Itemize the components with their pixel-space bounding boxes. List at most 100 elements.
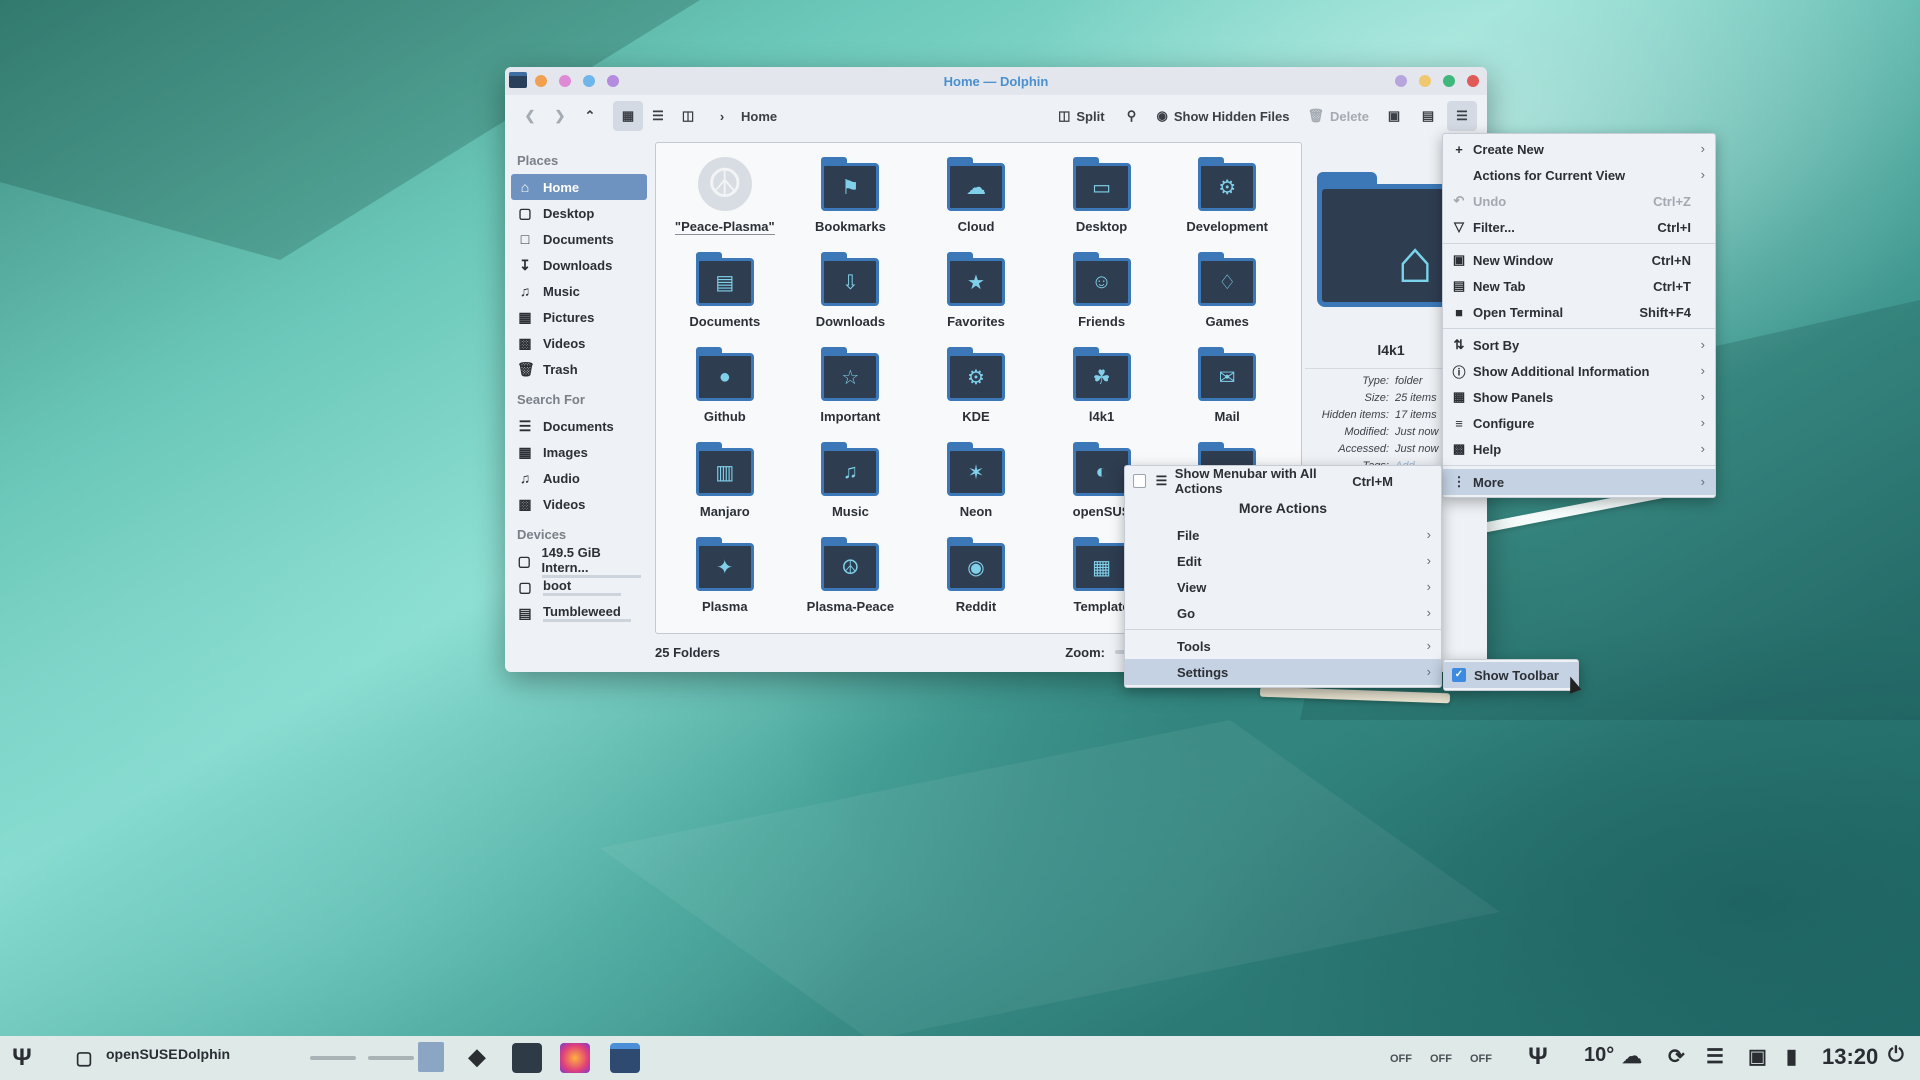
sidebar-item-search-images[interactable]: ▦ Images	[511, 439, 647, 465]
keep-above-button[interactable]	[535, 75, 547, 87]
sidebar-item-desktop[interactable]: ▢ Desktop	[511, 200, 647, 226]
breadcrumb-home[interactable]: Home	[741, 101, 777, 131]
delete-button[interactable]: 🗑 Delete	[1307, 101, 1369, 131]
menu-item-help[interactable]: ▩ Help ›	[1443, 436, 1715, 462]
file-item[interactable]: ▭ Desktop	[1039, 153, 1165, 248]
file-item[interactable]: ⚙ KDE	[913, 343, 1039, 438]
help-button[interactable]	[1395, 75, 1407, 87]
battery-icon[interactable]: ▮	[1786, 1044, 1797, 1069]
desktop-pager-1[interactable]	[310, 1056, 356, 1060]
back-icon[interactable]: ❮	[515, 101, 545, 131]
sidebar-item-device-tumbleweed[interactable]: ▤ Tumbleweed	[511, 600, 647, 626]
sidebar-item-documents[interactable]: □ Documents	[511, 226, 647, 252]
file-item[interactable]: ☮ Plasma-Peace	[788, 533, 914, 628]
off-indicator-2[interactable]: OFF	[1430, 1053, 1452, 1065]
titlebar[interactable]: Home — Dolphin	[505, 67, 1487, 95]
menu-item-new-tab[interactable]: ▤ New Tab Ctrl+T	[1443, 273, 1715, 299]
sidebar-item-device-boot[interactable]: ▢ boot	[511, 574, 647, 600]
sidebar-item-search-documents[interactable]: ☰ Documents	[511, 413, 647, 439]
file-item[interactable]: ☆ Important	[788, 343, 914, 438]
menu-item-show-panels[interactable]: ▦ Show Panels ›	[1443, 384, 1715, 410]
firefox-icon[interactable]	[560, 1043, 590, 1073]
file-item[interactable]: ☁ Cloud	[913, 153, 1039, 248]
sidebar-item-music[interactable]: ♫ Music	[511, 278, 647, 304]
menu-item-filter[interactable]: ▽ Filter... Ctrl+I	[1443, 214, 1715, 240]
sidebar-item-pictures[interactable]: ▦ Pictures	[511, 304, 647, 330]
plasma-logo-icon[interactable]: Ψ	[1522, 1042, 1554, 1072]
select-icon[interactable]: ▣	[1379, 101, 1409, 131]
menu-item-new-window[interactable]: ▣ New Window Ctrl+N	[1443, 247, 1715, 273]
more-menu-item-view[interactable]: View ›	[1125, 574, 1441, 600]
minimize-button[interactable]	[1419, 75, 1431, 87]
file-item[interactable]: ♢ Games	[1164, 248, 1290, 343]
details-view-icon[interactable]: ☰	[643, 101, 673, 131]
more-menu-item-settings[interactable]: Settings ›	[1125, 659, 1441, 685]
maximize-button[interactable]	[1443, 75, 1455, 87]
compact-view-icon[interactable]: ◫	[673, 101, 703, 131]
sidebar-item-videos[interactable]: ▩ Videos	[511, 330, 647, 356]
file-item[interactable]: ★ Favorites	[913, 248, 1039, 343]
sidebar-item-home[interactable]: ⌂ Home	[511, 174, 647, 200]
taskbar-label-dolphin[interactable]: Dolphin	[178, 1046, 230, 1062]
update-icon[interactable]: ⟳	[1668, 1044, 1685, 1069]
more-menu-item-file[interactable]: File ›	[1125, 522, 1441, 548]
toggle-icon[interactable]: ▢	[70, 1046, 98, 1070]
file-item[interactable]: ☮ "Peace-Plasma"	[662, 153, 788, 248]
show-toolbar-checkbox[interactable]: ✓	[1452, 668, 1466, 682]
search-icon[interactable]: ⚲	[1117, 101, 1147, 131]
app-launcher-icon[interactable]: Ψ	[6, 1043, 38, 1073]
file-item[interactable]: ▥ Manjaro	[662, 438, 788, 533]
sidebar-item-device-internal[interactable]: ▢ 149.5 GiB Intern...	[511, 545, 647, 578]
keep-below-button[interactable]	[607, 75, 619, 87]
shade-button[interactable]	[583, 75, 595, 87]
dolphin-taskbar-icon[interactable]	[610, 1043, 640, 1073]
file-item[interactable]: ☘ l4k1	[1039, 343, 1165, 438]
file-item[interactable]: ▤ Documents	[662, 248, 788, 343]
menu-item-configure[interactable]: ≡ Configure ›	[1443, 410, 1715, 436]
inkscape-icon[interactable]: ◆	[462, 1042, 492, 1072]
file-item[interactable]: ⇩ Downloads	[788, 248, 914, 343]
desktop-pager-2[interactable]	[368, 1056, 414, 1060]
more-menu-item-edit[interactable]: Edit ›	[1125, 548, 1441, 574]
menu-item-open-terminal[interactable]: ■ Open Terminal Shift+F4	[1443, 299, 1715, 325]
desktop-pager-3[interactable]	[418, 1042, 444, 1072]
notifications-icon[interactable]: ☰	[1706, 1044, 1724, 1069]
off-indicator-3[interactable]: OFF	[1470, 1053, 1492, 1065]
split-button[interactable]: ◫ Split	[1058, 101, 1104, 131]
forward-icon[interactable]: ❯	[545, 101, 575, 131]
clock[interactable]: 13:20	[1822, 1044, 1878, 1070]
menu-item-more[interactable]: ⋮ More ›	[1443, 469, 1715, 495]
show-toolbar-item[interactable]: ✓ Show Toolbar	[1444, 662, 1578, 688]
show-menubar-item[interactable]: ☰ Show Menubar with All Actions Ctrl+M	[1125, 466, 1441, 496]
power-icon[interactable]: ⏻	[1888, 1044, 1904, 1067]
off-indicator-1[interactable]: OFF	[1390, 1053, 1412, 1065]
icons-view-icon[interactable]: ▦	[613, 101, 643, 131]
file-item[interactable]: ◉ Reddit	[913, 533, 1039, 628]
cloud-icon[interactable]: ☁	[1622, 1044, 1642, 1069]
file-item[interactable]: ⚙ Development	[1164, 153, 1290, 248]
dolphin-app-icon[interactable]	[509, 72, 527, 88]
sidebar-item-search-videos[interactable]: ▩ Videos	[511, 491, 647, 517]
on-all-desktops-button[interactable]	[559, 75, 571, 87]
menu-item-undo[interactable]: ↶ Undo Ctrl+Z	[1443, 188, 1715, 214]
menu-item-create-new[interactable]: + Create New ›	[1443, 136, 1715, 162]
file-item[interactable]: ✉ Mail	[1164, 343, 1290, 438]
taskbar-label-opensuse[interactable]: openSUSE	[106, 1046, 178, 1062]
menu-item-actions-for-current-view[interactable]: Actions for Current View ›	[1443, 162, 1715, 188]
record-icon[interactable]: ▣	[1748, 1044, 1767, 1069]
file-item[interactable]: ♫ Music	[788, 438, 914, 533]
up-icon[interactable]: ⌃	[575, 101, 605, 131]
more-menu-item-go[interactable]: Go ›	[1125, 600, 1441, 626]
menu-item-show-additional-information[interactable]: ⓘ Show Additional Information ›	[1443, 358, 1715, 384]
file-item[interactable]: ✶ Neon	[913, 438, 1039, 533]
file-item[interactable]: ● Github	[662, 343, 788, 438]
terminal-app-icon[interactable]	[512, 1043, 542, 1073]
sidebar-item-downloads[interactable]: ↧ Downloads	[511, 252, 647, 278]
show-menubar-checkbox[interactable]	[1133, 474, 1147, 488]
hamburger-menu-icon[interactable]: ☰	[1447, 101, 1477, 131]
more-menu-item-tools[interactable]: Tools ›	[1125, 633, 1441, 659]
file-item[interactable]: ✦ Plasma	[662, 533, 788, 628]
close-button[interactable]	[1467, 75, 1479, 87]
menu-item-sort-by[interactable]: ⇅ Sort By ›	[1443, 332, 1715, 358]
show-hidden-files-button[interactable]: ◉ Show Hidden Files	[1157, 101, 1290, 131]
